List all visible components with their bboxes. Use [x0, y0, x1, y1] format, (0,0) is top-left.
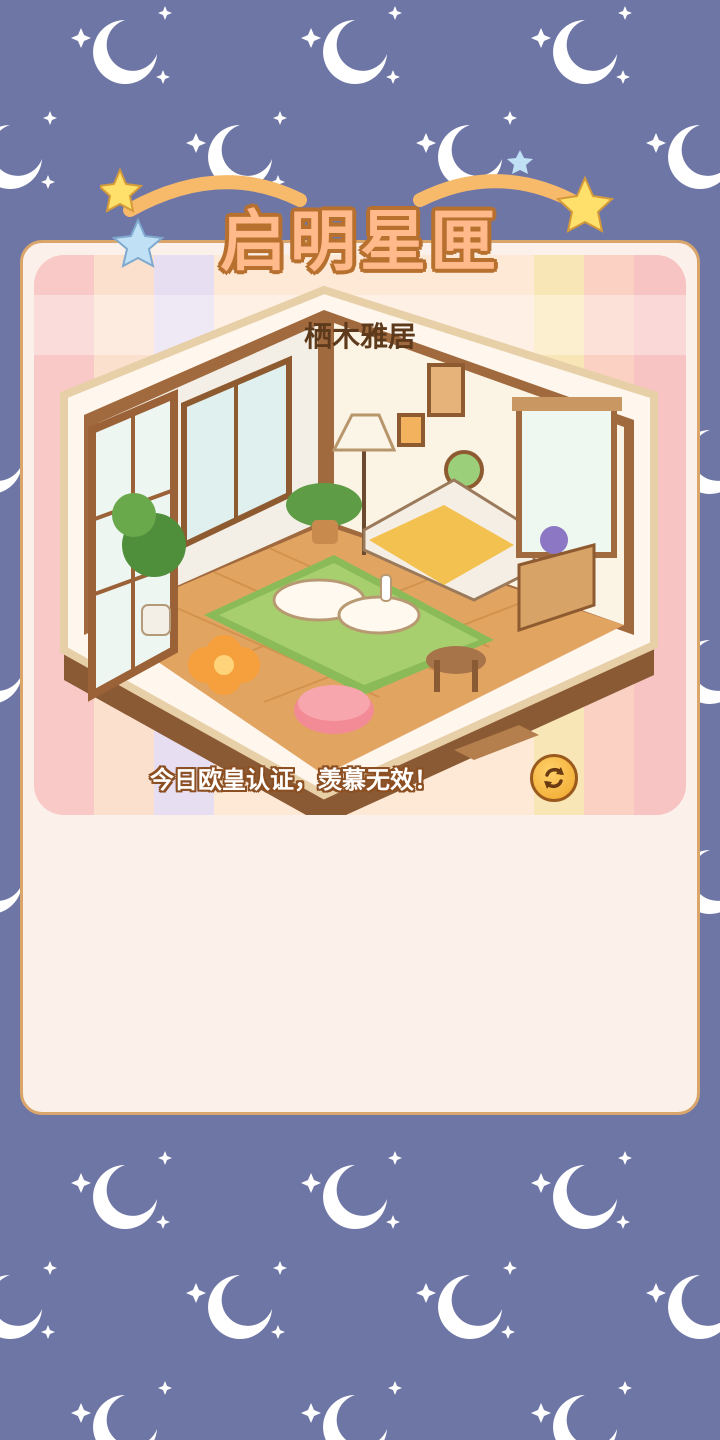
game-title: 启明星匣: [220, 203, 500, 280]
refresh-button[interactable]: [530, 754, 578, 802]
refresh-icon: [544, 767, 564, 789]
room-name: 栖木雅居: [303, 320, 416, 353]
caption-text: 今日欧皇认证，羡慕无效！: [150, 766, 438, 794]
